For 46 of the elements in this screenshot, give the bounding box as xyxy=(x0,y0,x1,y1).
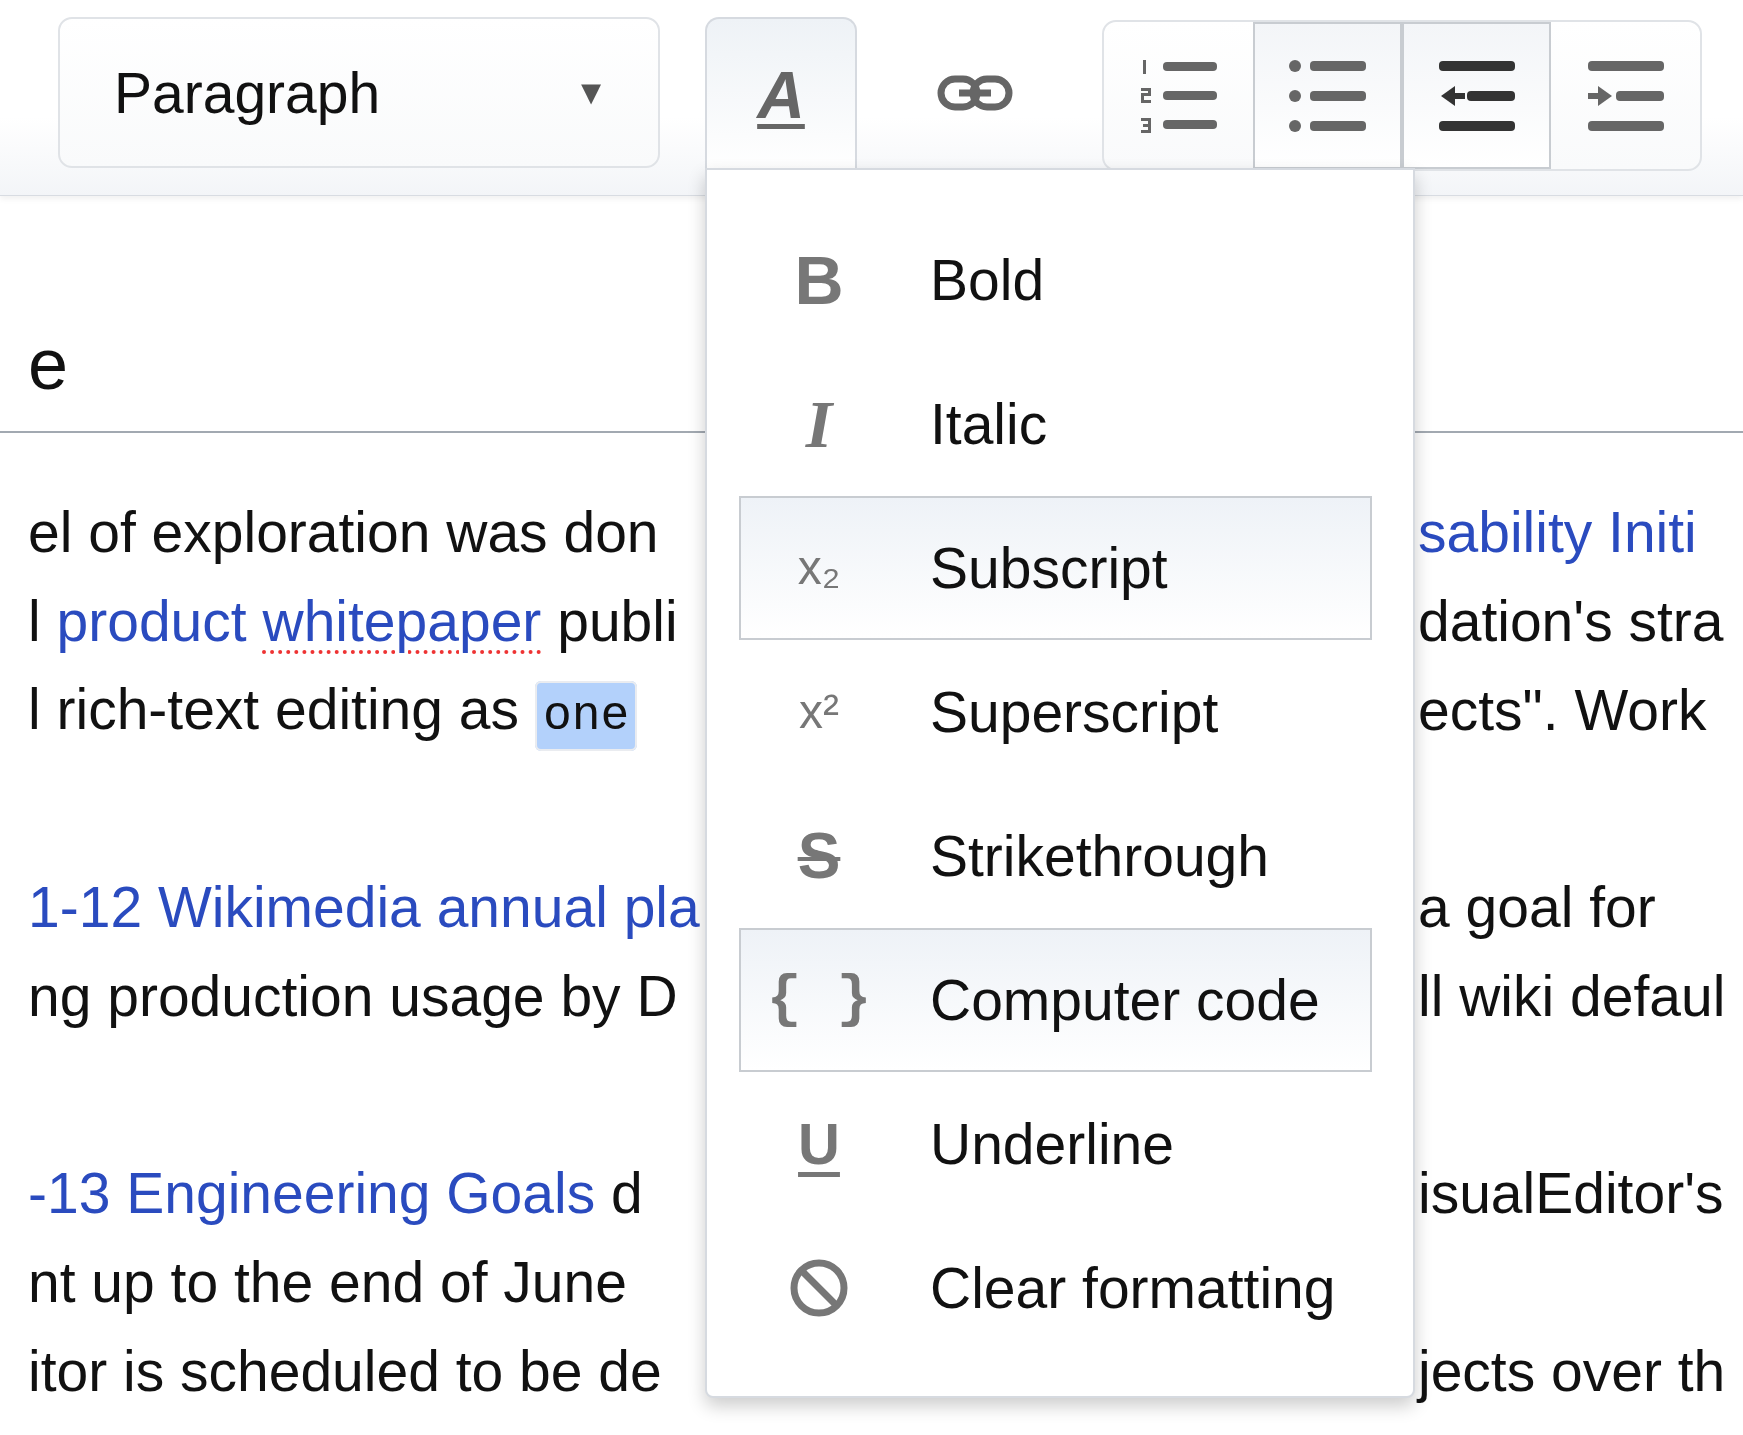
outdent-button[interactable] xyxy=(1402,22,1551,169)
underline-icon: U xyxy=(798,1115,840,1173)
link[interactable]: -13 Engineering Goals xyxy=(28,1160,596,1225)
link[interactable]: 1-12 Wikimedia annual pla xyxy=(28,874,700,939)
body-text: nt up to the end of June xyxy=(28,1249,627,1314)
italic-icon: I xyxy=(805,390,833,458)
menu-item[interactable]: U Underline xyxy=(739,1072,1372,1216)
bullet-list-button[interactable] xyxy=(1253,22,1402,169)
body-text: d xyxy=(611,1160,643,1225)
menu-item[interactable]: S Strikethrough xyxy=(739,784,1372,928)
caret-icon: ▼ xyxy=(574,73,608,112)
superscript-icon: x² xyxy=(799,688,839,736)
body-text: dation's stra xyxy=(1418,588,1724,653)
body-text: l rich-text editing as xyxy=(28,677,520,741)
body-text: publi xyxy=(557,588,678,653)
body-text: ng production usage by D xyxy=(28,963,678,1028)
link[interactable]: sability Initi xyxy=(1418,499,1697,564)
text-style-button[interactable]: A xyxy=(705,17,857,171)
body-text: el of exploration was don xyxy=(28,499,659,564)
braces-icon: { } xyxy=(766,971,872,1029)
bullet-list-icon xyxy=(1287,57,1368,134)
body-text: jects over th xyxy=(1418,1338,1726,1403)
bold-icon: B xyxy=(794,246,844,314)
subscript-icon: x₂ xyxy=(797,544,841,592)
format-dropdown[interactable]: Paragraph ▼ xyxy=(58,17,660,168)
link-icon xyxy=(937,74,1013,111)
body-text: l xyxy=(28,588,41,653)
body-text: a goal for xyxy=(1418,874,1656,939)
menu-item[interactable]: { } Computer code xyxy=(739,928,1372,1072)
menu-item[interactable]: x₂ Subscript xyxy=(739,496,1372,640)
menu-item[interactable]: Clear formatting xyxy=(739,1216,1372,1360)
body-text: isualEditor's xyxy=(1418,1160,1724,1225)
body-text: ects". Work xyxy=(1418,677,1707,742)
numbered-list-icon xyxy=(1138,57,1219,134)
link[interactable]: whitepaper xyxy=(262,588,542,653)
no-symbol-icon xyxy=(789,1258,849,1318)
strikethrough-icon: S xyxy=(797,824,841,888)
body-text: ll wiki defaul xyxy=(1418,963,1726,1028)
menu-item[interactable]: I Italic xyxy=(739,352,1372,496)
section-heading: e xyxy=(28,324,69,404)
text-style-icon: A xyxy=(757,62,805,128)
menu-item[interactable]: B Bold xyxy=(739,208,1372,352)
code-snippet: one xyxy=(534,681,638,751)
body-text: itor is scheduled to be de xyxy=(28,1338,662,1403)
menu-item[interactable]: x² Superscript xyxy=(739,640,1372,784)
link[interactable]: product xyxy=(56,588,247,653)
